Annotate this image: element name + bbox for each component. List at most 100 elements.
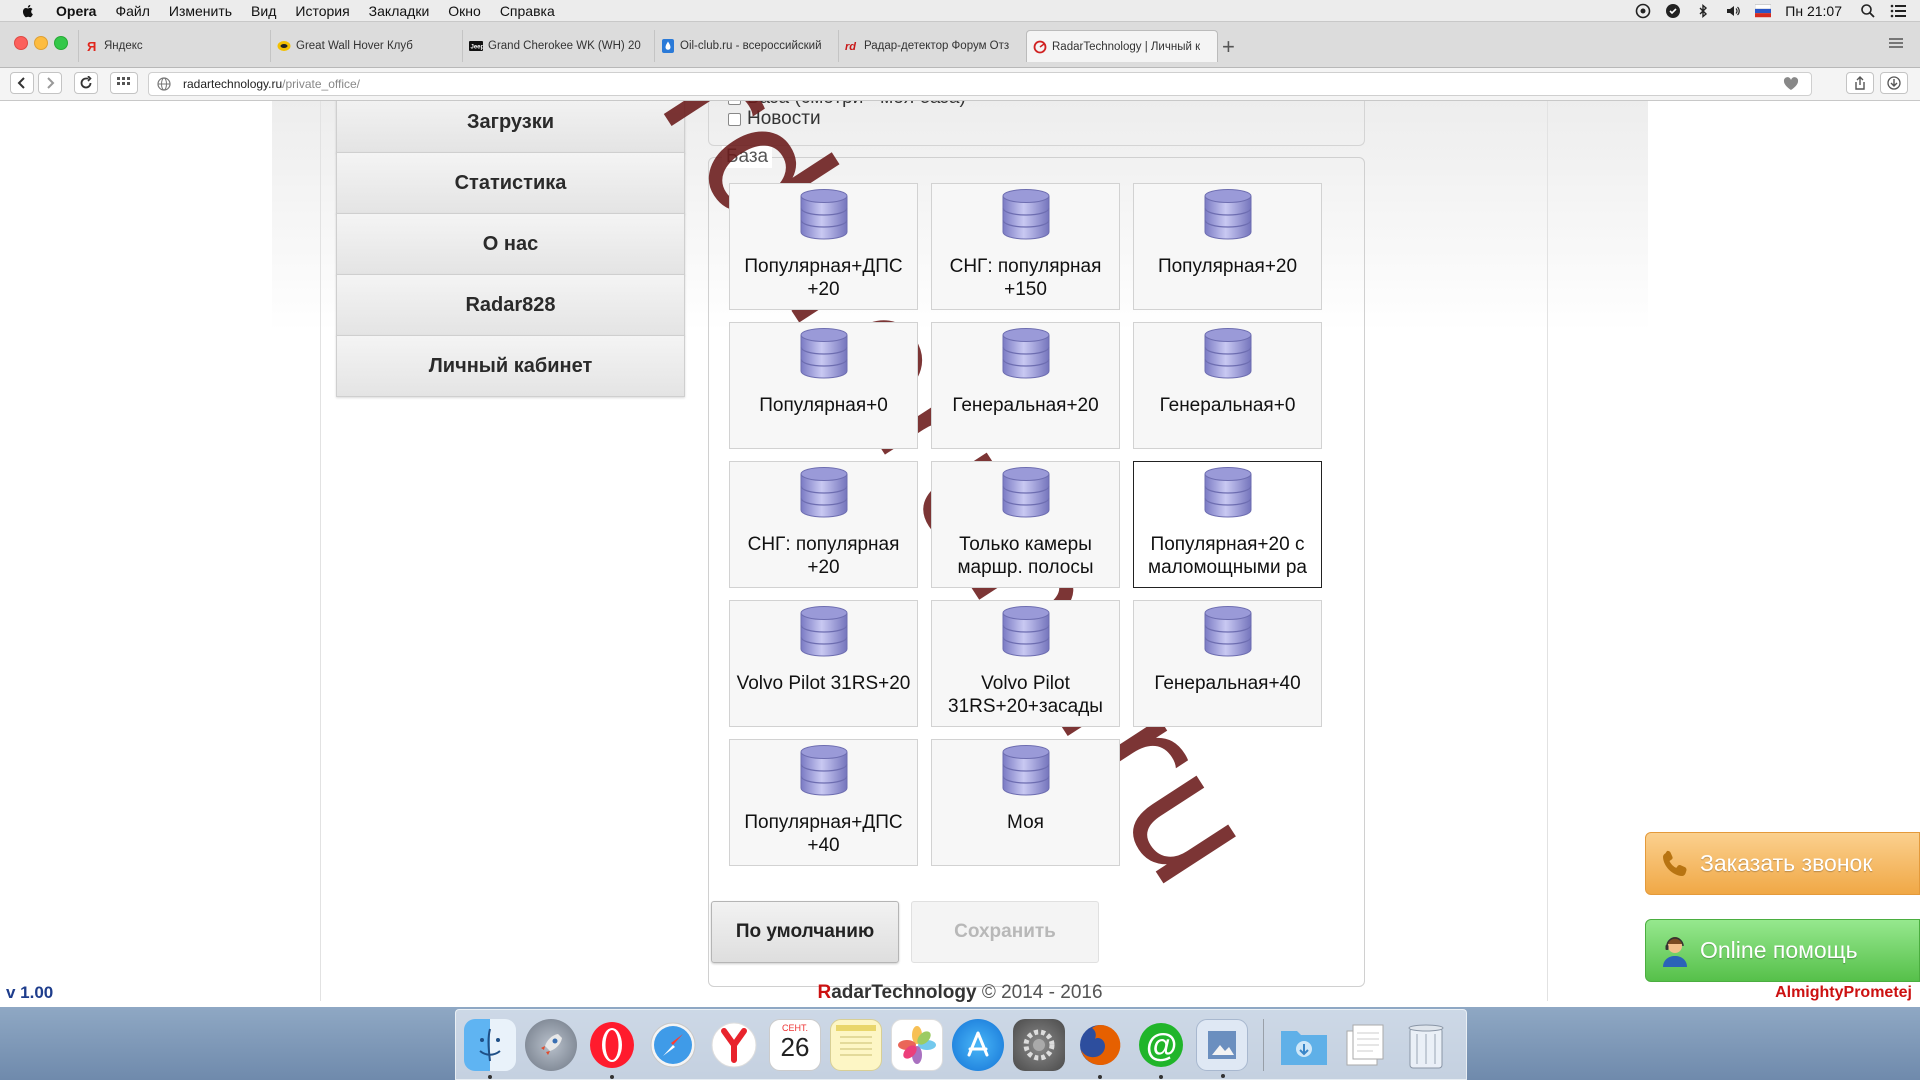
opera-icon[interactable] [586, 1019, 638, 1079]
base-tile[interactable]: Только камеры маршр. полосы [931, 461, 1120, 588]
base-tile[interactable]: Volvo Pilot 31RS+20 [729, 600, 918, 727]
base-tile-label: СНГ: популярная +20 [747, 534, 900, 578]
tab-menu-icon[interactable] [1888, 36, 1904, 54]
tab-greatwall[interactable]: Great Wall Hover Клуб [270, 30, 462, 62]
menu-file[interactable]: Файл [115, 3, 149, 19]
apple-menu-icon[interactable] [20, 3, 36, 19]
base-subscription-checkbox[interactable] [728, 101, 741, 105]
sidebar-item-statistics[interactable]: Статистика [336, 152, 685, 214]
window-zoom-button[interactable] [54, 36, 68, 50]
menu-app-name[interactable]: Opera [56, 3, 96, 19]
database-icon [1001, 606, 1050, 657]
input-source-flag-icon[interactable] [1755, 3, 1772, 19]
browser-tab-bar: Я Яндекс Great Wall Hover Клуб Jeep Gran… [0, 22, 1920, 68]
tab-title: Радар-детектор Форум Отз [864, 40, 1010, 52]
menu-bookmarks[interactable]: Закладки [369, 3, 430, 19]
new-tab-button[interactable]: + [1222, 34, 1235, 60]
menu-help[interactable]: Справка [500, 3, 555, 19]
volume-icon[interactable] [1725, 3, 1741, 19]
save-button[interactable]: Сохранить [911, 901, 1099, 963]
database-icon [1203, 328, 1252, 379]
notes-icon[interactable] [830, 1018, 882, 1071]
firefox-icon[interactable] [1074, 1019, 1126, 1079]
menu-history[interactable]: История [295, 3, 349, 19]
calendar-icon[interactable]: СЕНТ. 26 [769, 1018, 821, 1071]
mail-ru-agent-icon[interactable]: @ [1135, 1019, 1187, 1079]
database-icon [1203, 189, 1252, 240]
database-icon [799, 467, 848, 518]
window-close-button[interactable] [14, 36, 28, 50]
menubar-clock[interactable]: Пн 21:07 [1785, 3, 1842, 19]
news-subscription-row[interactable]: Новости [728, 108, 821, 130]
tab-yandex[interactable]: Я Яндекс [78, 30, 270, 62]
speed-dial-grid-icon[interactable] [110, 72, 138, 94]
default-button[interactable]: По умолчанию [711, 901, 899, 963]
base-tile[interactable]: Популярная+ДПС +20 [729, 183, 918, 310]
sync-status-icon[interactable] [1665, 3, 1681, 19]
launchpad-icon[interactable] [525, 1018, 577, 1071]
base-tile-label: Volvo Pilot 31RS+20+засады [948, 673, 1103, 717]
photos-icon[interactable] [891, 1018, 943, 1071]
news-label: Новости [747, 108, 821, 129]
menu-view[interactable]: Вид [251, 3, 276, 19]
sidebar-item-downloads[interactable]: Загрузки [336, 101, 685, 153]
order-call-button[interactable]: Заказать звонок [1645, 832, 1920, 895]
bookmark-heart-icon[interactable] [1783, 77, 1799, 94]
finder-icon[interactable] [464, 1018, 516, 1079]
copyright-years: © 2014 - 2016 [976, 982, 1103, 1003]
online-help-button[interactable]: Online помощь [1645, 919, 1920, 982]
bluetooth-icon[interactable] [1695, 3, 1711, 19]
svg-text:Я: Я [87, 39, 96, 53]
spotlight-search-icon[interactable] [1860, 3, 1876, 19]
brand-name: adarTechnology [831, 982, 977, 1003]
back-button[interactable] [10, 72, 34, 94]
database-icon [799, 745, 848, 796]
yandex-browser-icon[interactable] [708, 1019, 760, 1071]
creative-cloud-icon[interactable] [1635, 3, 1651, 19]
database-icon [1001, 467, 1050, 518]
tab-oil-club[interactable]: Oil-club.ru - всероссийский [654, 30, 846, 62]
tab-grand-cherokee[interactable]: Jeep Grand Cherokee WK (WH) 20 [462, 30, 654, 62]
downloads-folder-icon[interactable] [1278, 1019, 1330, 1071]
app-store-icon[interactable] [952, 1018, 1004, 1071]
reload-button[interactable] [74, 72, 98, 94]
base-tile[interactable]: СНГ: популярная +20 [729, 461, 918, 588]
download-icon[interactable] [1880, 72, 1908, 94]
preview-icon[interactable] [1196, 1018, 1248, 1078]
base-tile[interactable]: Популярная+ДПС +40 [729, 739, 918, 866]
author-credit[interactable]: AlmightyPrometej [1775, 984, 1912, 1002]
menu-window[interactable]: Окно [448, 3, 481, 19]
tab-title: Great Wall Hover Клуб [296, 40, 413, 52]
base-tile[interactable]: Моя [931, 739, 1120, 866]
window-minimize-button[interactable] [34, 36, 48, 50]
menu-edit[interactable]: Изменить [169, 3, 232, 19]
database-icon [799, 189, 848, 240]
base-tile[interactable]: Популярная+0 [729, 322, 918, 449]
base-tile[interactable]: Генеральная+40 [1133, 600, 1322, 727]
base-tile[interactable]: СНГ: популярная +150 [931, 183, 1120, 310]
radar-forum-icon: rd [845, 39, 859, 53]
share-icon[interactable] [1846, 72, 1874, 94]
base-tile-label: Моя [1007, 812, 1044, 833]
sidebar-item-radar828[interactable]: Radar828 [336, 274, 685, 336]
base-tile[interactable]: Популярная+20 с маломощными ра [1133, 461, 1322, 588]
documents-stack-icon[interactable] [1339, 1019, 1391, 1071]
database-icon [1203, 606, 1252, 657]
base-tile[interactable]: Volvo Pilot 31RS+20+засады [931, 600, 1120, 727]
base-tile[interactable]: Генеральная+20 [931, 322, 1120, 449]
system-preferences-icon[interactable] [1013, 1018, 1065, 1071]
sidebar-item-about[interactable]: О нас [336, 213, 685, 275]
sidebar-item-private-office[interactable]: Личный кабинет [336, 335, 685, 397]
tab-radar-forum[interactable]: rd Радар-детектор Форум Отз [838, 30, 1030, 62]
safari-icon[interactable] [647, 1019, 699, 1071]
url-field[interactable]: radartechnology.ru/private_office/ [148, 72, 1812, 96]
database-icon [1001, 328, 1050, 379]
news-checkbox[interactable] [728, 112, 741, 126]
base-tile[interactable]: Генеральная+0 [1133, 322, 1322, 449]
base-tile-label: Генеральная+20 [952, 395, 1099, 416]
base-tile[interactable]: Популярная+20 [1133, 183, 1322, 310]
tab-radartechnology[interactable]: RadarTechnology | Личный к [1026, 30, 1218, 62]
trash-icon[interactable] [1400, 1019, 1452, 1071]
notification-center-icon[interactable] [1890, 3, 1906, 19]
forward-button[interactable] [38, 72, 62, 94]
